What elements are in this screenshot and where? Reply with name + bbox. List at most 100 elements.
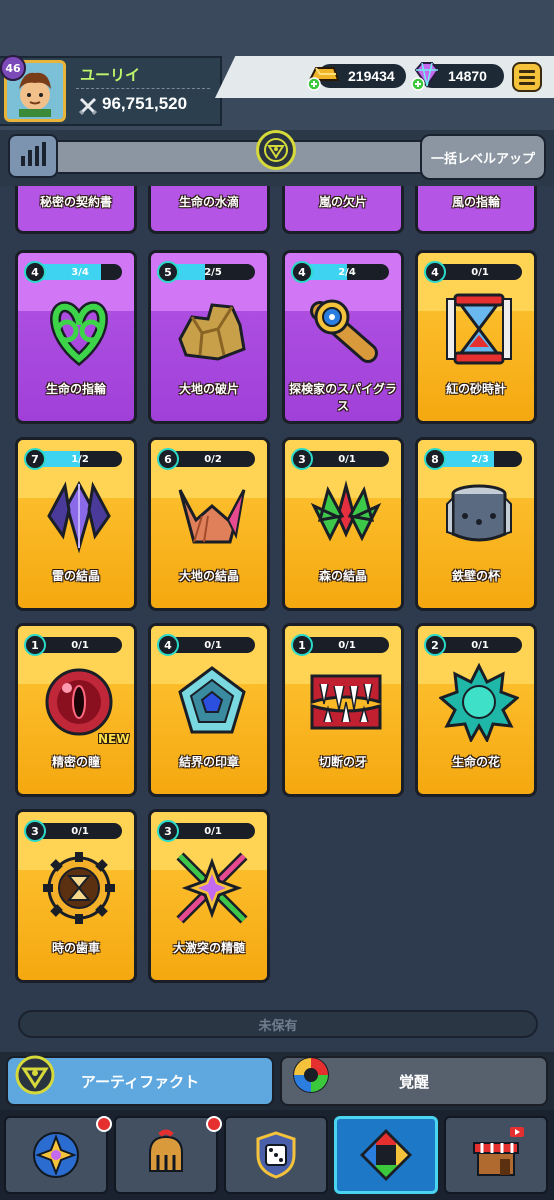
- new-badge: NEW: [98, 732, 130, 746]
- artifact-card[interactable]: 7 1/2 雷の結晶: [15, 437, 137, 611]
- star-gem-icon: [33, 1132, 79, 1178]
- card-progress-bar: 0/1: [171, 637, 255, 653]
- card-partial[interactable]: 生命の水滴: [148, 186, 270, 234]
- card-progress-text: 0/1: [204, 825, 222, 837]
- nav-skills[interactable]: [4, 1116, 108, 1194]
- card-progress-text: 2/3: [471, 453, 489, 465]
- artifact-card[interactable]: 4 0/1 紅の砂時計: [415, 250, 537, 424]
- card-level: 2: [424, 634, 446, 656]
- earth-crystal-icon: [178, 489, 246, 544]
- artifact-card[interactable]: 6 0/2 大地の結晶: [148, 437, 270, 611]
- card-partial[interactable]: 嵐の欠片: [282, 186, 404, 234]
- card-progress-bar: 1/2: [38, 451, 122, 467]
- card-progress-text: 3/4: [71, 266, 89, 278]
- artifact-card[interactable]: 4 2/4 探検家のスパイグラス: [282, 250, 404, 424]
- card-progress-text: 1/2: [71, 453, 89, 465]
- card-label: 大地の破片: [178, 382, 239, 396]
- artifact-card[interactable]: 3 0/1 大激突の精髄: [148, 809, 270, 983]
- card-progress-bar: 0/1: [305, 451, 389, 467]
- card-progress-text: 0/1: [204, 639, 222, 651]
- rock-shard-icon: [178, 303, 246, 361]
- heart-knot-icon: [50, 301, 108, 367]
- card-progress-bar: 3/4: [38, 264, 122, 280]
- clash-essence-icon: [176, 852, 248, 924]
- card-level: 5: [157, 261, 179, 283]
- card-level: 4: [291, 261, 313, 283]
- card-level: 7: [24, 448, 46, 470]
- card-label: 生命の指輪: [45, 382, 106, 396]
- life-flower-icon: [439, 662, 519, 742]
- gold-bar-icon: [307, 67, 340, 91]
- card-progress-text: 0/1: [71, 825, 89, 837]
- shop-icon: [473, 1127, 524, 1176]
- gem-icon: [411, 62, 440, 91]
- card-progress-bar: 0/1: [305, 637, 389, 653]
- bar-chart-icon: [20, 156, 25, 166]
- artifact-card[interactable]: 1 0/1 切断の牙: [282, 623, 404, 797]
- card-progress-text: 0/1: [338, 639, 356, 651]
- card-label: 精密の瞳: [51, 755, 100, 769]
- notification-dot: [96, 1116, 112, 1132]
- artifact-emblem-icon: [15, 1055, 55, 1095]
- artifact-emblem-handle[interactable]: [256, 130, 296, 170]
- card-progress-text: 0/1: [71, 639, 89, 651]
- player-level-badge: 46: [0, 55, 26, 81]
- menu-button[interactable]: [512, 62, 542, 92]
- stats-button[interactable]: [8, 134, 58, 178]
- artifact-card[interactable]: 5 2/5 大地の破片: [148, 250, 270, 424]
- card-progress-bar: 0/1: [38, 637, 122, 653]
- card-label: 嵐の欠片: [318, 195, 367, 209]
- nav-artifacts[interactable]: [334, 1116, 438, 1194]
- card-partial[interactable]: 風の指輪: [415, 186, 537, 234]
- player-name: ユーリイ: [80, 67, 141, 84]
- spyglass-icon: [310, 299, 378, 363]
- card-level: 3: [157, 820, 179, 842]
- card-level: 4: [424, 261, 446, 283]
- artifact-card[interactable]: 4 0/1 結界の印章: [148, 623, 270, 797]
- nav-equipment[interactable]: [114, 1116, 218, 1194]
- level-track: [58, 140, 422, 174]
- name-divider: [76, 88, 210, 89]
- card-label: 鉄壁の杯: [451, 569, 500, 583]
- card-label: 風の指輪: [451, 195, 500, 209]
- artifact-card[interactable]: 2 0/1 生命の花: [415, 623, 537, 797]
- card-progress-bar: 2/4: [305, 264, 389, 280]
- unowned-divider: 未保有: [18, 1010, 538, 1038]
- card-progress-bar: 2/5: [171, 264, 255, 280]
- card-label: 大地の結晶: [178, 569, 239, 583]
- card-label: 探検家のスパイグラス: [289, 382, 397, 413]
- card-progress-text: 0/2: [204, 453, 222, 465]
- artifact-card[interactable]: 3 0/1 時の歯車: [15, 809, 137, 983]
- artifact-card[interactable]: 1 0/1 NEW 精密の瞳: [15, 623, 137, 797]
- artifact-card[interactable]: 3 0/1 森の結晶: [282, 437, 404, 611]
- precision-eye-icon: [45, 668, 113, 736]
- card-level: 4: [157, 634, 179, 656]
- card-level: 6: [157, 448, 179, 470]
- card-progress-bar: 2/3: [438, 451, 522, 467]
- triangle-emblem-icon: [264, 138, 288, 162]
- card-level: 3: [291, 448, 313, 470]
- card-level: 1: [24, 634, 46, 656]
- nav-dice[interactable]: [224, 1116, 328, 1194]
- combat-power-value: 96,751,520: [102, 94, 188, 113]
- arrows-diamond-icon: [360, 1129, 412, 1181]
- artifact-card[interactable]: 8 2/3 鉄壁の杯: [415, 437, 537, 611]
- card-level: 4: [24, 261, 46, 283]
- forest-crystal-icon: [310, 480, 382, 542]
- card-label: 秘密の契約書: [39, 195, 112, 209]
- hamburger-icon: [519, 69, 535, 73]
- card-progress-text: 2/5: [204, 266, 222, 278]
- iron-cup-icon: [446, 484, 512, 542]
- card-progress-text: 0/1: [338, 453, 356, 465]
- card-partial[interactable]: 秘密の契約書: [15, 186, 137, 234]
- artifact-card[interactable]: 4 3/4 生命の指輪: [15, 250, 137, 424]
- card-progress-text: 0/1: [471, 266, 489, 278]
- card-progress-bar: 0/2: [171, 451, 255, 467]
- nav-shop[interactable]: [444, 1116, 548, 1194]
- card-label: 森の結晶: [318, 569, 367, 583]
- card-level: 8: [424, 448, 446, 470]
- card-label: 切断の牙: [318, 755, 367, 769]
- bulk-level-up-button[interactable]: 一括レベルアップ: [420, 134, 546, 180]
- card-progress-bar: 0/1: [171, 823, 255, 839]
- awaken-orb-icon: [293, 1057, 329, 1093]
